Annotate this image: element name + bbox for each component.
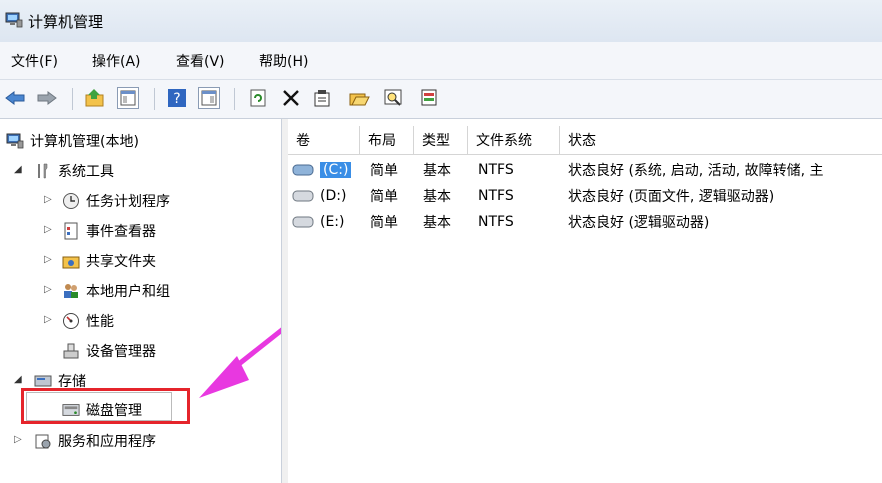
open-icon[interactable] bbox=[348, 87, 370, 109]
tree-node-label: 计算机管理(本地) bbox=[30, 134, 139, 150]
device-manager-icon bbox=[62, 342, 80, 360]
tree-node-performance[interactable]: 性能 bbox=[62, 307, 114, 335]
layout-cell: 简单 bbox=[370, 215, 398, 231]
volume-name: (E:) bbox=[320, 214, 345, 230]
volume-name: (C:) bbox=[320, 162, 352, 178]
action-pane-icon[interactable] bbox=[198, 87, 220, 109]
toolbar-separator bbox=[234, 88, 235, 110]
tree-node-event-viewer[interactable]: 事件查看器 bbox=[62, 217, 156, 245]
expand-arrow-icon[interactable]: ▷ bbox=[44, 314, 52, 325]
drive-icon bbox=[292, 190, 314, 202]
table-row[interactable]: (D:) 简单 基本 NTFS 状态良好 (页面文件, 逻辑驱动器) bbox=[288, 183, 882, 209]
drive-icon bbox=[292, 216, 314, 228]
menu-action[interactable]: 操作(A) bbox=[92, 51, 141, 71]
status-cell: 状态良好 (系统, 启动, 活动, 故障转储, 主 bbox=[568, 163, 824, 179]
layout-cell: 简单 bbox=[370, 189, 398, 205]
svg-text:?: ? bbox=[173, 91, 180, 107]
menu-bar: 文件(F) 操作(A) 查看(V) 帮助(H) bbox=[0, 42, 882, 80]
column-header-volume[interactable]: 卷 bbox=[288, 126, 360, 154]
column-header-layout[interactable]: 布局 bbox=[360, 126, 414, 154]
table-row[interactable]: (C:) 简单 基本 NTFS 状态良好 (系统, 启动, 活动, 故障转储, … bbox=[288, 157, 882, 183]
volume-name: (D:) bbox=[320, 188, 347, 204]
toolbar: ? bbox=[0, 80, 882, 119]
collapse-arrow-icon[interactable]: ◢ bbox=[14, 164, 22, 175]
expand-arrow-icon[interactable]: ▷ bbox=[44, 254, 52, 265]
toolbar-separator bbox=[72, 88, 73, 110]
tree-node-services-apps[interactable]: 服务和应用程序 bbox=[34, 427, 156, 455]
tree-node-root[interactable]: 计算机管理(本地) bbox=[6, 127, 139, 155]
help-icon[interactable]: ? bbox=[166, 87, 188, 109]
window-title: 计算机管理 bbox=[28, 13, 104, 31]
drive-icon bbox=[292, 164, 314, 176]
volume-list: 卷 布局 类型 文件系统 状态 (C:) 简单 基本 NTFS 状态良好 (系统… bbox=[288, 119, 882, 483]
expand-arrow-icon[interactable]: ▷ bbox=[14, 434, 22, 445]
title-bar: 计算机管理 bbox=[0, 0, 882, 42]
search-icon[interactable] bbox=[383, 87, 405, 109]
show-hide-tree-icon[interactable] bbox=[117, 87, 139, 109]
column-header-status[interactable]: 状态 bbox=[560, 126, 882, 154]
filesystem-cell: NTFS bbox=[478, 162, 514, 178]
tree-node-shared-folders[interactable]: 共享文件夹 bbox=[62, 247, 156, 275]
expand-arrow-icon[interactable]: ▷ bbox=[44, 194, 52, 205]
menu-file[interactable]: 文件(F) bbox=[11, 51, 58, 71]
table-row[interactable]: (E:) 简单 基本 NTFS 状态良好 (逻辑驱动器) bbox=[288, 209, 882, 235]
volume-cell: (E:) bbox=[292, 209, 345, 235]
tree-node-label: 任务计划程序 bbox=[86, 194, 170, 210]
event-log-icon bbox=[62, 222, 80, 240]
tree-node-label: 系统工具 bbox=[58, 164, 114, 180]
status-cell: 状态良好 (逻辑驱动器) bbox=[568, 215, 710, 231]
computer-management-icon bbox=[5, 12, 23, 28]
tree-node-local-users[interactable]: 本地用户和组 bbox=[62, 277, 170, 305]
properties-icon[interactable] bbox=[312, 87, 334, 109]
computer-management-icon bbox=[6, 132, 24, 150]
column-header-type[interactable]: 类型 bbox=[414, 126, 468, 154]
column-header-filesystem[interactable]: 文件系统 bbox=[468, 126, 560, 154]
users-icon bbox=[62, 282, 80, 300]
type-cell: 基本 bbox=[423, 215, 451, 231]
disk-settings-icon[interactable] bbox=[418, 87, 440, 109]
tree-node-device-manager[interactable]: 设备管理器 bbox=[62, 337, 156, 365]
volume-cell: (C:) bbox=[292, 157, 352, 183]
tree-node-system-tools[interactable]: 系统工具 bbox=[34, 157, 114, 185]
layout-cell: 简单 bbox=[370, 163, 398, 179]
status-cell: 状态良好 (页面文件, 逻辑驱动器) bbox=[568, 189, 775, 205]
menu-view[interactable]: 查看(V) bbox=[176, 51, 225, 71]
filesystem-cell: NTFS bbox=[478, 214, 514, 230]
up-folder-icon[interactable] bbox=[84, 87, 106, 109]
highlight-box bbox=[21, 388, 190, 424]
tree-node-label: 服务和应用程序 bbox=[58, 434, 156, 450]
type-cell: 基本 bbox=[423, 163, 451, 179]
type-cell: 基本 bbox=[423, 189, 451, 205]
list-header: 卷 布局 类型 文件系统 状态 bbox=[288, 126, 882, 155]
back-arrow-icon[interactable] bbox=[4, 87, 26, 109]
tree-node-label: 本地用户和组 bbox=[86, 284, 170, 300]
services-icon bbox=[34, 432, 52, 450]
tree-node-label: 设备管理器 bbox=[86, 344, 156, 360]
collapse-arrow-icon[interactable]: ◢ bbox=[14, 374, 22, 385]
menu-help[interactable]: 帮助(H) bbox=[259, 51, 308, 71]
expand-arrow-icon[interactable]: ▷ bbox=[44, 224, 52, 235]
toolbar-separator bbox=[154, 88, 155, 110]
tree-node-label: 事件查看器 bbox=[86, 224, 156, 240]
shared-folder-icon bbox=[62, 252, 80, 270]
delete-icon[interactable] bbox=[280, 87, 302, 109]
tree-node-label: 性能 bbox=[86, 314, 114, 330]
filesystem-cell: NTFS bbox=[478, 188, 514, 204]
tree-node-task-scheduler[interactable]: 任务计划程序 bbox=[62, 187, 170, 215]
refresh-icon[interactable] bbox=[247, 87, 269, 109]
performance-icon bbox=[62, 312, 80, 330]
forward-arrow-icon[interactable] bbox=[36, 87, 58, 109]
expand-arrow-icon[interactable]: ▷ bbox=[44, 284, 52, 295]
tools-icon bbox=[34, 162, 52, 180]
clock-icon bbox=[62, 192, 80, 210]
volume-cell: (D:) bbox=[292, 183, 346, 209]
tree-node-label: 共享文件夹 bbox=[86, 254, 156, 270]
